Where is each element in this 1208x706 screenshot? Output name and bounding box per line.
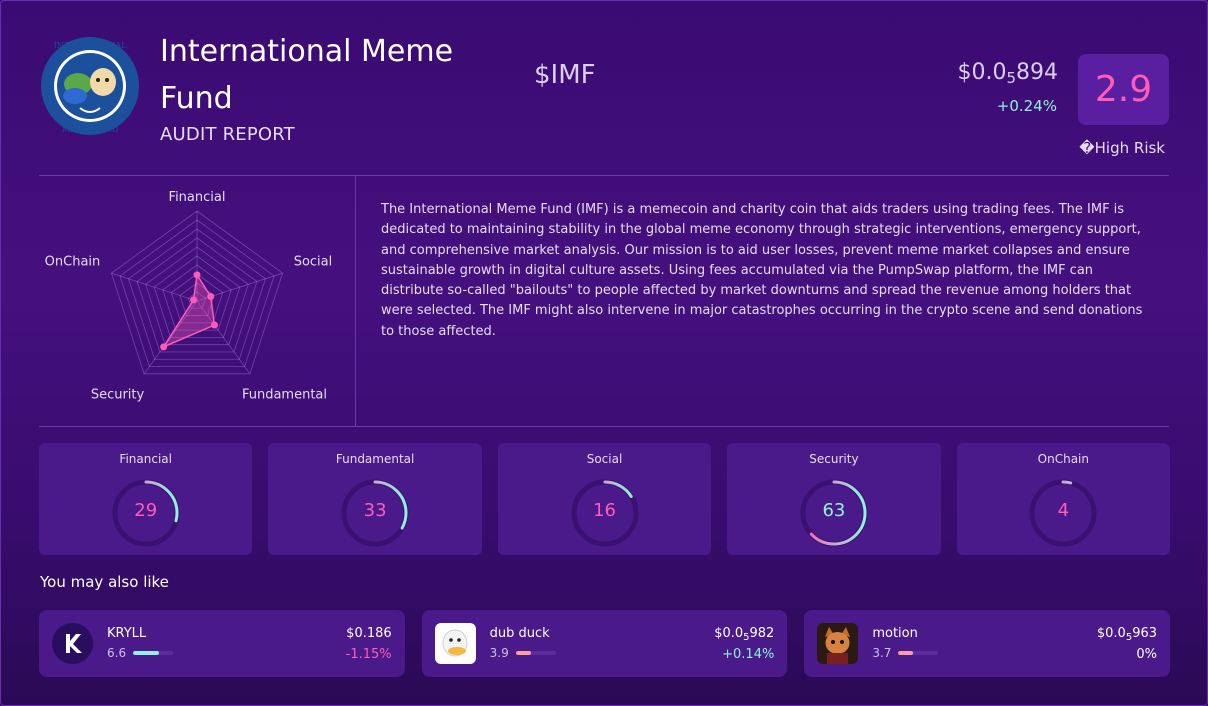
rec-price-prefix: $0.186 [346, 626, 392, 641]
rec-score-bar [133, 651, 173, 655]
rec-price: $0.05982 [714, 626, 774, 643]
radar-point-financial [193, 271, 201, 279]
token-description: The International Meme Fund (IMF) is a m… [381, 202, 1143, 339]
recommendation-card-dub-duck[interactable]: dub duck 3.9 $0.05982 +0.14% [421, 610, 788, 677]
rec-change: 0% [1136, 647, 1158, 662]
score-card-onchain: OnChain 4 [956, 443, 1171, 555]
radar-label-financial: Financial [169, 190, 226, 205]
rec-price-prefix: $0.0 [714, 626, 744, 641]
score-card-social: Social 16 [497, 443, 712, 555]
rec-score: 3.7 [872, 646, 892, 660]
price-change: +0.24% [996, 97, 1057, 115]
score-value: 29 [134, 500, 158, 521]
rec-score: 6.6 [107, 646, 127, 660]
imf-logo-icon: INTERNATIONAL MEME FUND [40, 36, 140, 136]
overall-score-badge: 2.9 [1078, 54, 1169, 125]
score-value: 33 [363, 500, 387, 521]
rec-price-prefix: $0.0 [1096, 626, 1126, 641]
score-card-label: Security [809, 452, 859, 466]
rec-name: KRYLL [107, 626, 147, 641]
radar-point-onchain [190, 296, 198, 304]
rec-price-digits: 963 [1132, 626, 1158, 641]
radar-data-area [161, 272, 216, 349]
rec-score-bar-fill [133, 651, 160, 655]
radar-point-fundamental [210, 321, 218, 329]
score-value: 4 [1057, 500, 1070, 521]
price-digits: 894 [1016, 60, 1058, 85]
duck-icon [434, 623, 476, 664]
logo-text-top: INTERNATIONAL [54, 41, 128, 50]
radar-label-security: Security [91, 387, 145, 402]
score-cards: Financial 29 Fundamental 33 Social 16 Se… [39, 443, 1171, 555]
score-card-label: Social [586, 452, 623, 466]
rec-price-digits: 982 [749, 626, 775, 641]
radar-label-onchain: OnChain [45, 255, 101, 270]
rec-score-bar-fill [898, 651, 914, 655]
risk-label: �High Risk [1079, 139, 1165, 157]
overall-score: 2.9 [1094, 69, 1153, 110]
rec-name: motion [872, 626, 918, 641]
rec-score-bar-fill [515, 651, 532, 655]
score-card-label: OnChain [1037, 452, 1089, 466]
risk-label-text: High Risk [1094, 139, 1165, 157]
radar-chart: Financial Social Fundamental Security OnChai… [45, 190, 333, 402]
warning-icon: � [1079, 139, 1095, 157]
radar-label-social: Social [294, 255, 333, 270]
score-value: 16 [593, 500, 616, 521]
page-subtitle: AUDIT REPORT [160, 124, 295, 145]
rec-score-bar [515, 651, 556, 655]
radar-point-social [207, 293, 215, 301]
radar-axis-labels: Financial Social Fundamental Security OnChai… [45, 190, 333, 402]
divider-top [39, 175, 1169, 176]
price-prefix: $0.0 [957, 60, 1007, 85]
rec-name: dub duck [489, 626, 550, 641]
score-card-label: Financial [119, 452, 172, 466]
score-value: 63 [822, 500, 846, 521]
recommendation-card-kryll[interactable]: KRYLL 6.6 $0.186 -1.15% [39, 610, 405, 677]
radar-point-security [160, 343, 168, 351]
recommendations-title: You may also like [40, 573, 169, 591]
recommendations-list: KRYLL 6.6 $0.186 -1.15% dub duck 3.9 $0.… [39, 610, 1171, 677]
score-card-label: Fundamental [335, 452, 415, 466]
rec-price: $0.05963 [1097, 626, 1157, 643]
page-title: International Meme Fund [160, 34, 454, 116]
token-price: $0.05894 [957, 60, 1058, 87]
rec-score: 3.9 [489, 646, 509, 660]
rec-change: +0.14% [722, 647, 775, 662]
price-zeros: 5 [1006, 69, 1016, 87]
token-ticker: $IMF [534, 60, 596, 90]
logo-text-bottom: MEME FUND [62, 125, 118, 134]
score-card-fundamental: Fundamental 33 [268, 443, 482, 555]
score-card-financial: Financial 29 [39, 443, 253, 555]
rec-change: -1.15% [345, 647, 392, 662]
score-card-security: Security 63 [727, 443, 941, 555]
radar-axis-line [111, 272, 198, 302]
motion-cat-icon [817, 623, 859, 664]
rec-score-bar [898, 651, 939, 655]
kryll-logo-icon [52, 623, 93, 664]
recommendation-card-motion[interactable]: motion 3.7 $0.05963 0% [804, 610, 1171, 677]
rec-price: $0.186 [346, 626, 392, 643]
divider-vertical [355, 176, 356, 426]
radar-label-fundamental: Fundamental [242, 387, 327, 402]
divider-bottom [39, 426, 1169, 427]
